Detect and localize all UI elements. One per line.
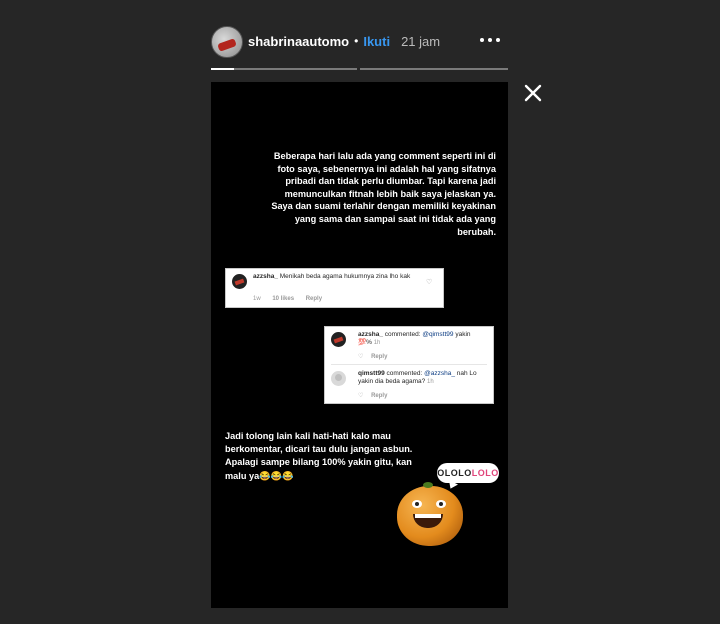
story-header: shabrinaautomo • Ikuti 21 jam [248, 32, 440, 50]
separator-dot: • [354, 34, 359, 48]
left-eye [412, 500, 422, 508]
comment-meta: 1w 10 likes Reply [253, 296, 322, 302]
comment-reply: Reply [371, 393, 388, 399]
post-time: 21 jam [401, 33, 441, 49]
close-icon[interactable] [522, 82, 544, 104]
comment-text: azzsha_ Menikah beda agama hukumnya zina… [253, 273, 428, 281]
commenter-avatar [331, 332, 346, 347]
comment-username: azzsha_ [253, 273, 278, 280]
comment-username: azzsha_ [358, 331, 383, 338]
comment-mention: @qimstt99 [422, 331, 454, 338]
comment-text: azzsha_ commented: @qimstt99 yakin 💯% 1h [358, 331, 486, 347]
leaf-shape [423, 482, 433, 488]
story-content[interactable]: Beberapa hari lalu ada yang comment sepe… [211, 82, 508, 608]
comment-username: qimstt99 [358, 370, 385, 377]
right-eye [436, 500, 446, 508]
comment-mention: @azzsha_ [424, 370, 455, 377]
comment-body: Menikah beda agama hukumnya zina lho kak [279, 273, 411, 280]
comment-screenshot-2: azzsha_ commented: @qimstt99 yakin 💯% 1h… [324, 326, 494, 404]
comment-meta: ♡ Reply [358, 353, 387, 360]
laughing-orange-sticker [397, 482, 463, 546]
more-dots-icon[interactable] [478, 30, 502, 50]
sticker-text-1: OLOLO [437, 468, 472, 478]
sticker-text-2: LOLO [471, 468, 499, 478]
heart-icon: ♡ [426, 279, 433, 286]
profile-avatar[interactable] [211, 26, 243, 58]
mouth [413, 514, 443, 528]
follow-button[interactable]: Ikuti [363, 34, 390, 49]
comment-screenshot-1: azzsha_ Menikah beda agama hukumnya zina… [225, 268, 444, 308]
comment-action: commented: [386, 370, 423, 377]
commenter-avatar [331, 371, 346, 386]
divider [331, 364, 487, 365]
comment-meta: ♡ Reply [358, 392, 387, 399]
heart-icon: ♡ [358, 354, 364, 360]
comment-likes: 10 likes [272, 296, 295, 302]
comment-time: 1w [253, 296, 261, 302]
commenter-avatar [232, 274, 247, 289]
progress-segment-1-fill [211, 68, 234, 70]
speech-bubble-sticker: OLOLOLOLO [437, 463, 499, 483]
comment-action: commented: [384, 331, 421, 338]
comment-time: 1h [427, 379, 434, 385]
username[interactable]: shabrinaautomo [248, 34, 349, 49]
comment-reply: Reply [305, 296, 323, 302]
comment-text: qimstt99 commented: @azzsha_ nah Lo yaki… [358, 370, 488, 386]
progress-segment-2 [360, 68, 508, 70]
story-text-paragraph-2: Jadi tolong lain kali hati-hati kalo mau… [225, 431, 413, 481]
comment-reply: Reply [371, 354, 388, 360]
story-text-paragraph-1: Beberapa hari lalu ada yang comment sepe… [271, 151, 496, 237]
heart-icon: ♡ [358, 393, 364, 399]
comment-time: 1h [373, 340, 381, 346]
